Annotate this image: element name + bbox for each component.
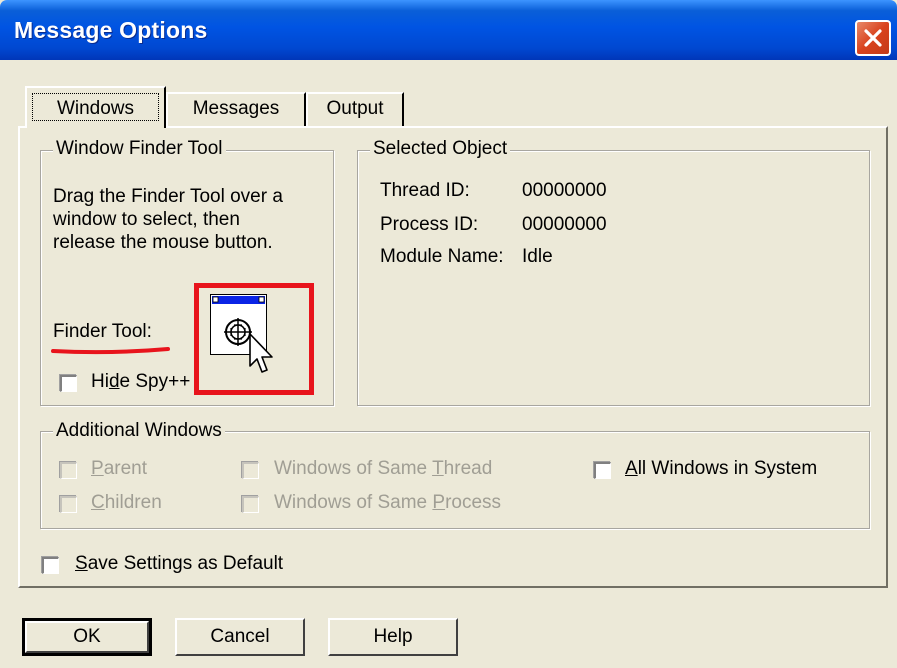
cancel-label: Cancel [210,626,270,647]
ok-button[interactable]: OK [22,618,152,656]
finder-description-line-3: release the mouse button. [53,232,273,253]
selected-object-title: Selected Object [370,138,511,160]
all-windows-label[interactable]: All Windows in System [625,458,817,480]
hide-spy-label[interactable]: Hide Spy++ [91,371,190,393]
finder-description-line-2: window to select, then [53,209,240,230]
additional-windows-title: Additional Windows [53,420,225,442]
red-underline-annotation [51,347,170,355]
ok-label: OK [73,626,101,647]
tab-messages[interactable]: Messages [166,92,306,126]
hide-spy-checkbox[interactable] [60,375,77,392]
tab-label: Windows [32,93,159,121]
help-button[interactable]: Help [328,618,458,656]
parent-checkbox[interactable] [60,462,77,479]
module-name-value: Idle [522,246,553,267]
parent-label[interactable]: Parent [91,458,147,480]
red-highlight-box [194,283,314,395]
process-id-value: 00000000 [522,214,607,235]
close-button[interactable] [855,20,891,56]
additional-windows-group [40,431,870,529]
tab-windows[interactable]: Windows [25,86,166,128]
all-windows-checkbox[interactable] [594,462,611,479]
save-settings-checkbox[interactable] [42,557,59,574]
process-id-label: Process ID: [380,214,479,235]
cancel-button[interactable]: Cancel [175,618,305,656]
tab-label: Output [326,98,384,119]
close-icon [864,29,882,47]
children-checkbox[interactable] [60,496,77,513]
finder-tool-label: Finder Tool: [53,321,152,342]
finder-description-line-1: Drag the Finder Tool over a [53,186,283,207]
same-process-label[interactable]: Windows of Same Process [274,492,501,514]
finder-group-title: Window Finder Tool [53,138,226,160]
thread-id-label: Thread ID: [380,180,470,201]
same-process-checkbox[interactable] [242,496,259,513]
window-title: Message Options [14,17,208,43]
same-thread-checkbox[interactable] [242,462,259,479]
help-label: Help [373,626,413,647]
save-settings-label[interactable]: Save Settings as Default [75,553,283,575]
module-name-label: Module Name: [380,246,504,267]
thread-id-value: 00000000 [522,180,607,201]
children-label[interactable]: Children [91,492,162,514]
same-thread-label[interactable]: Windows of Same Thread [274,458,492,480]
tab-output[interactable]: Output [306,92,404,126]
tab-label: Messages [192,98,280,119]
